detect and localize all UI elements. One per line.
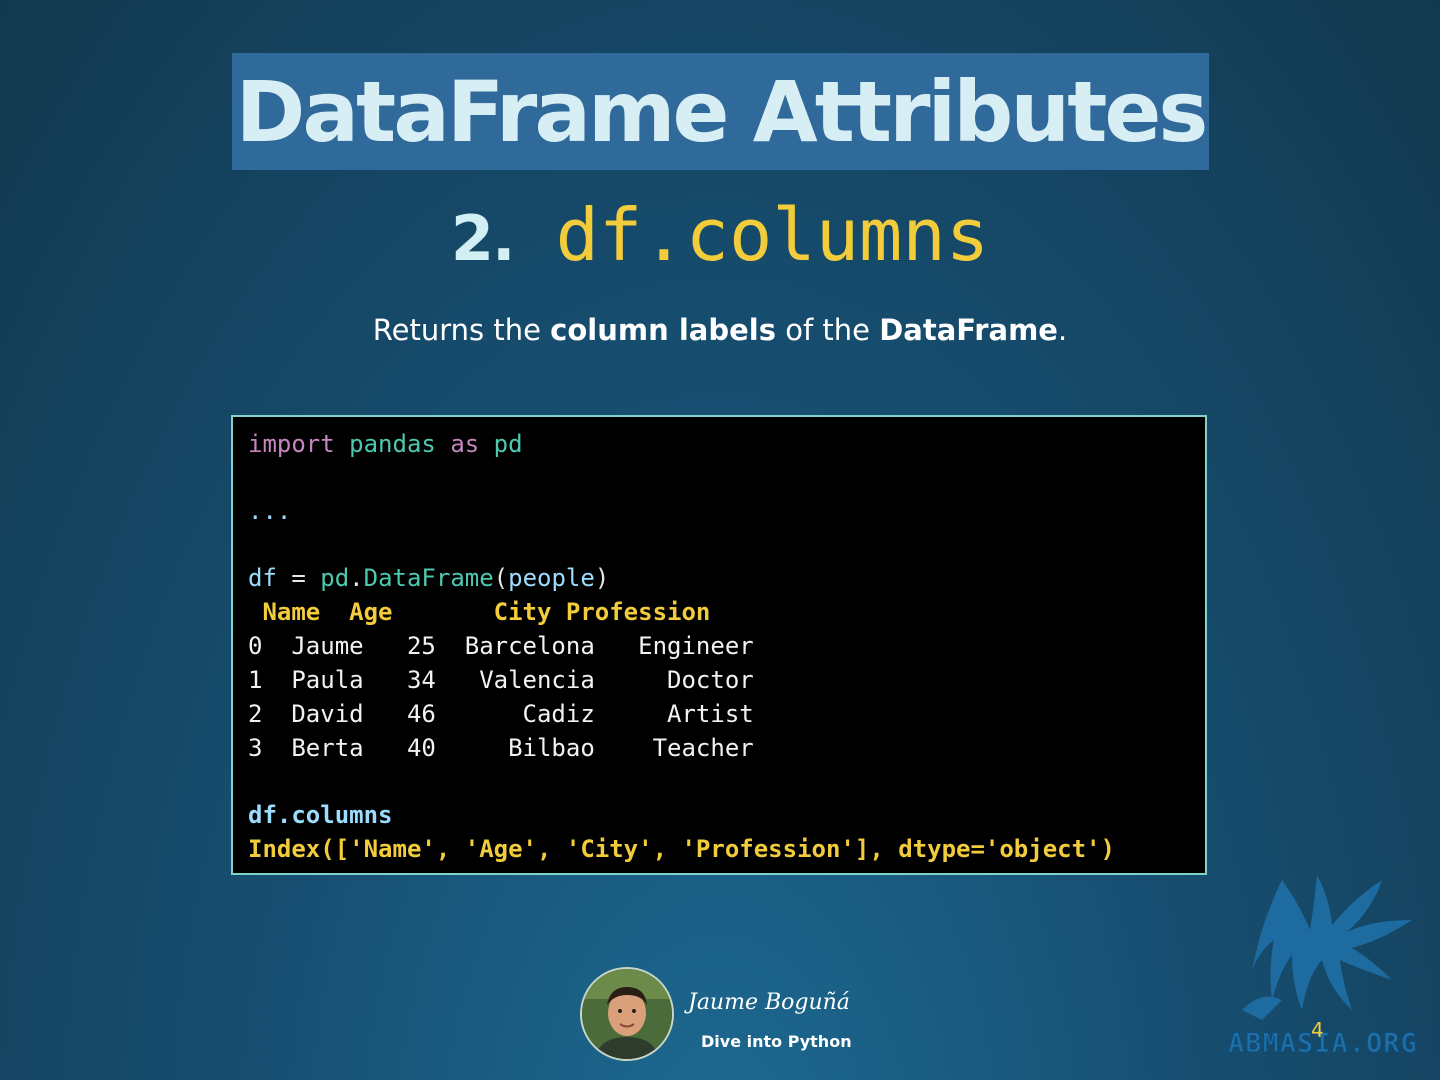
slide-title: DataFrame Attributes: [235, 63, 1209, 161]
page-number: 4: [1311, 1018, 1324, 1042]
close-paren: ): [594, 564, 610, 592]
columns-output: Index(['Name', 'Age', 'City', 'Professio…: [248, 835, 1115, 863]
people-argument: people: [508, 564, 595, 592]
table-row: 3 Berta 40 Bilbao Teacher: [248, 734, 754, 762]
author-name: Jaume Boguñá: [688, 990, 850, 1015]
code-block: import pandas as pd ... df = pd.DataFram…: [231, 415, 1207, 875]
description-bold-1: column labels: [550, 313, 776, 347]
series-name: Dive into Python: [701, 1032, 852, 1051]
dataframe-class: DataFrame: [363, 564, 494, 592]
description: Returns the column labels of the DataFra…: [0, 308, 1440, 352]
columns-call: df.columns: [248, 801, 393, 829]
module-alias: pd: [493, 430, 523, 458]
description-text-1: Returns the: [372, 313, 551, 347]
assign-operator: =: [276, 564, 321, 592]
module-name: pandas: [349, 430, 436, 458]
subtitle-number: 2.: [450, 202, 516, 275]
subtitle: 2. df.columns: [0, 192, 1440, 278]
as-keyword: as: [450, 430, 480, 458]
pd-reference: pd: [320, 564, 350, 592]
table-row: 0 Jaume 25 Barcelona Engineer: [248, 632, 754, 660]
code-ellipsis: ...: [248, 497, 292, 525]
logo-text: ABMASIA.ORG: [1228, 1028, 1418, 1060]
table-header: Name Age City Profession: [248, 598, 711, 626]
code-line-import: import pandas as pd: [248, 427, 1205, 461]
import-keyword: import: [248, 430, 335, 458]
table-row: 2 David 46 Cadiz Artist: [248, 700, 754, 728]
avatar-photo-icon: [582, 969, 672, 1059]
subtitle-code: df.columns: [555, 193, 990, 277]
description-bold-2: DataFrame: [879, 313, 1058, 347]
description-text-3: .: [1057, 313, 1068, 347]
code-line-dataframe: df = pd.DataFrame(people): [248, 561, 1205, 595]
df-variable: df: [248, 564, 277, 592]
description-text-2: of the: [775, 313, 880, 347]
open-paren: (: [493, 564, 509, 592]
phoenix-logo-icon: [1242, 875, 1412, 1020]
table-row: 1 Paula 34 Valencia Doctor: [248, 666, 754, 694]
author-avatar: [580, 967, 674, 1061]
dot-operator: .: [349, 564, 364, 592]
